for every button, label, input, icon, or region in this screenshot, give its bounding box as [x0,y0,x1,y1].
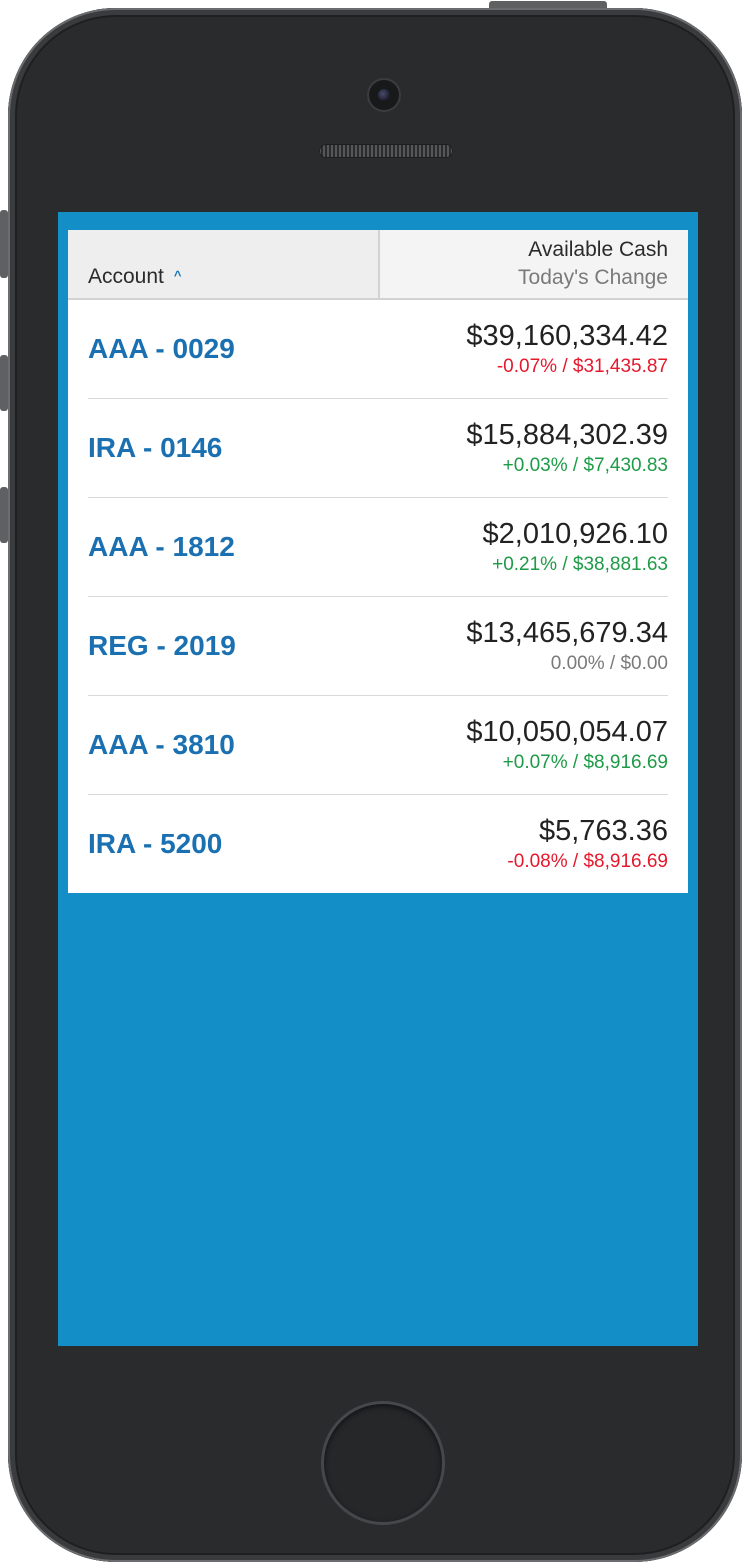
account-column-header[interactable]: Account ^ [68,230,380,298]
table-row[interactable]: AAA - 1812 $2,010,926.10 +0.21% / $38,88… [88,498,668,597]
front-camera [369,80,399,110]
account-link[interactable]: AAA - 1812 [88,531,235,563]
row-values: $39,160,334.42 -0.07% / $31,435.87 [466,319,668,379]
available-cash-value: $5,763.36 [538,815,668,847]
table-row[interactable]: AAA - 3810 $10,050,054.07 +0.07% / $8,91… [88,696,668,795]
row-values: $15,884,302.39 +0.03% / $7,430.83 [466,418,668,478]
available-cash-value: $2,010,926.10 [482,518,668,550]
account-header-label: Account ^ [88,265,181,289]
caret-up-icon[interactable]: ^ [174,268,182,283]
volume-up-button [0,355,8,411]
ringer-switch [0,210,8,278]
account-link[interactable]: IRA - 0146 [88,432,222,464]
available-cash-value: $39,160,334.42 [466,320,668,352]
account-header-text: Account [88,265,164,288]
account-link[interactable]: AAA - 0029 [88,333,235,365]
available-cash-value: $10,050,054.07 [466,716,668,748]
home-button[interactable] [324,1404,442,1522]
row-values: $5,763.36 -0.08% / $8,916.69 [507,814,668,874]
todays-change-value: -0.08% / $8,916.69 [507,851,668,872]
table-row[interactable]: REG - 2019 $13,465,679.34 0.00% / $0.00 [88,597,668,696]
account-link[interactable]: AAA - 3810 [88,729,235,761]
todays-change-value: 0.00% / $0.00 [550,653,668,674]
todays-change-value: +0.07% / $8,916.69 [502,752,668,773]
todays-change-header: Today's Change [518,266,668,289]
cash-column-header[interactable]: Available Cash Today's Change [380,230,688,298]
todays-change-value: +0.21% / $38,881.63 [492,554,668,575]
row-values: $2,010,926.10 +0.21% / $38,881.63 [483,517,668,577]
table-row[interactable]: IRA - 0146 $15,884,302.39 +0.03% / $7,43… [88,399,668,498]
row-values: $10,050,054.07 +0.07% / $8,916.69 [466,715,668,775]
available-cash-header: Available Cash [528,238,668,261]
accounts-table: Account ^ Available Cash Today's Change A… [68,230,688,893]
available-cash-value: $15,884,302.39 [466,419,668,451]
table-row[interactable]: IRA - 5200 $5,763.36 -0.08% / $8,916.69 [88,795,668,893]
table-header: Account ^ Available Cash Today's Change [68,230,688,300]
todays-change-value: +0.03% / $7,430.83 [502,455,668,476]
table-row[interactable]: AAA - 0029 $39,160,334.42 -0.07% / $31,4… [88,300,668,399]
table-body: AAA - 0029 $39,160,334.42 -0.07% / $31,4… [68,300,688,893]
account-link[interactable]: REG - 2019 [88,630,236,662]
available-cash-value: $13,465,679.34 [466,617,668,649]
row-values: $13,465,679.34 0.00% / $0.00 [466,616,668,676]
volume-down-button [0,487,8,543]
earpiece-speaker [319,144,453,158]
app-screen: Account ^ Available Cash Today's Change A… [58,212,698,1346]
account-link[interactable]: IRA - 5200 [88,828,222,860]
todays-change-value: -0.07% / $31,435.87 [496,356,668,377]
